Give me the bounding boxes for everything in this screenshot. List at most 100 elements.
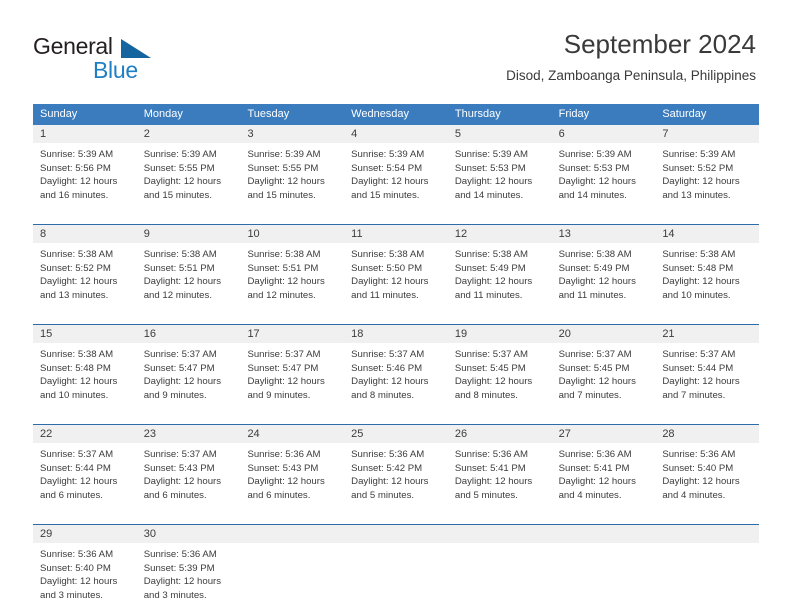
sunrise-text: Sunrise: 5:36 AM — [662, 449, 736, 460]
day-cell[interactable]: 3 Sunrise: 5:39 AM Sunset: 5:55 PM Daylight… — [240, 125, 345, 212]
day-cell[interactable]: 9 Sunrise: 5:38 AM Sunset: 5:51 PM Daylight… — [136, 225, 241, 312]
daylight-text-line1: Daylight: 12 hours — [558, 276, 636, 287]
day-number: 22 — [33, 425, 137, 443]
day-cell[interactable]: 4 Sunrise: 5:39 AM Sunset: 5:54 PM Daylight… — [344, 125, 448, 212]
daylight-text-line2: and 3 minutes. — [40, 589, 103, 601]
sunset-text: Sunset: 5:48 PM — [662, 262, 734, 274]
day-cell[interactable]: 29 Sunrise: 5:36 AM Sunset: 5:40 PM Dayligh… — [33, 525, 137, 612]
daylight-text-line2: and 9 minutes. — [143, 389, 207, 401]
day-cell[interactable]: 25 Sunrise: 5:36 AM Sunset: 5:42 PM Dayligh… — [344, 425, 448, 512]
week-spacer — [33, 212, 759, 224]
day-sun-info: Sunrise: 5:36 AM Sunset: 5:42 PM Daylight:… — [344, 443, 448, 502]
day-cell[interactable]: 30 Sunrise: 5:36 AM Sunset: 5:39 PM Dayligh… — [136, 525, 241, 612]
day-cell[interactable]: 15 Sunrise: 5:38 AM Sunset: 5:48 PM Dayligh… — [33, 325, 137, 412]
week-spacer — [33, 412, 759, 424]
day-cell[interactable]: 20 Sunrise: 5:37 AM Sunset: 5:45 PM Dayligh… — [551, 325, 656, 412]
weekday-header-thursday: Thursday — [454, 108, 501, 120]
day-sun-info: Sunrise: 5:38 AM Sunset: 5:50 PM Daylight:… — [344, 243, 448, 302]
page-header: General Blue September 2024 Disod, Zambo… — [0, 0, 792, 100]
day-cell[interactable]: 12 Sunrise: 5:38 AM Sunset: 5:49 PM Dayligh… — [447, 225, 552, 312]
daylight-text-line1: Daylight: 12 hours — [454, 176, 533, 187]
daylight-text-line2: and 14 minutes. — [454, 189, 524, 201]
day-cell[interactable]: 17 Sunrise: 5:37 AM Sunset: 5:47 PM Dayligh… — [240, 325, 345, 412]
day-cell[interactable]: 11 Sunrise: 5:38 AM Sunset: 5:50 PM Dayligh… — [344, 225, 448, 312]
day-cell[interactable]: 24 Sunrise: 5:36 AM Sunset: 5:43 PM Dayligh… — [240, 425, 345, 512]
sunset-text: Sunset: 5:47 PM — [143, 362, 215, 374]
day-cell[interactable]: 28 Sunrise: 5:36 AM Sunset: 5:40 PM Dayligh… — [655, 425, 760, 512]
sunset-text: Sunset: 5:40 PM — [662, 462, 734, 474]
day-cell[interactable]: 21 Sunrise: 5:37 AM Sunset: 5:44 PM Dayligh… — [655, 325, 760, 412]
daylight-text-line1: Daylight: 12 hours — [351, 276, 429, 287]
day-cell[interactable]: 5 Sunrise: 5:39 AM Sunset: 5:53 PM Daylight… — [447, 125, 552, 212]
day-cell[interactable]: 23 Sunrise: 5:37 AM Sunset: 5:43 PM Dayligh… — [136, 425, 241, 512]
daylight-text-line2: and 6 minutes. — [143, 489, 207, 501]
daylight-text-line2: and 8 minutes. — [454, 389, 518, 401]
day-cell[interactable]: 19 Sunrise: 5:37 AM Sunset: 5:45 PM Dayligh… — [447, 325, 552, 412]
daylight-text-line1: Daylight: 12 hours — [247, 376, 325, 387]
day-cell[interactable]: 22 Sunrise: 5:37 AM Sunset: 5:44 PM Dayligh… — [33, 425, 137, 512]
sunrise-text: Sunrise: 5:39 AM — [143, 149, 217, 160]
calendar-grid: Sunday Monday Tuesday Wednesday Thursday Frid… — [33, 104, 760, 612]
day-sun-info: Sunrise: 5:36 AM Sunset: 5:43 PM Daylight:… — [240, 443, 344, 502]
day-cell[interactable]: 14 Sunrise: 5:38 AM Sunset: 5:48 PM Dayligh… — [655, 225, 760, 312]
daylight-text-line2: and 4 minutes. — [558, 489, 622, 501]
day-cell[interactable]: 6 Sunrise: 5:39 AM Sunset: 5:53 PM Daylight… — [551, 125, 656, 212]
sunset-text: Sunset: 5:53 PM — [454, 162, 526, 174]
day-sun-info: Sunrise: 5:39 AM Sunset: 5:53 PM Daylight:… — [552, 143, 656, 202]
day-cell[interactable]: 26 Sunrise: 5:36 AM Sunset: 5:41 PM Dayligh… — [447, 425, 552, 512]
sunrise-text: Sunrise: 5:36 AM — [247, 449, 321, 460]
day-sun-info: Sunrise: 5:36 AM Sunset: 5:39 PM Daylight:… — [137, 543, 241, 602]
daylight-text-line2: and 13 minutes. — [40, 289, 109, 301]
day-number: 1 — [33, 125, 137, 143]
sunset-text: Sunset: 5:41 PM — [454, 462, 526, 474]
calendar-week-row: 29 Sunrise: 5:36 AM Sunset: 5:40 PM Dayligh… — [33, 524, 760, 612]
day-cell[interactable]: 7 Sunrise: 5:39 AM Sunset: 5:52 PM Daylight… — [655, 125, 760, 212]
daylight-text-line1: Daylight: 12 hours — [558, 376, 636, 387]
daylight-text-line1: Daylight: 12 hours — [143, 276, 222, 287]
day-cell[interactable]: 27 Sunrise: 5:36 AM Sunset: 5:41 PM Dayligh… — [551, 425, 656, 512]
sunset-text: Sunset: 5:42 PM — [351, 462, 423, 474]
daylight-text-line2: and 12 minutes. — [143, 289, 212, 301]
day-number: 13 — [551, 225, 656, 243]
day-sun-info: Sunrise: 5:38 AM Sunset: 5:48 PM Daylight:… — [33, 343, 137, 402]
day-cell[interactable]: 2 Sunrise: 5:39 AM Sunset: 5:55 PM Daylight… — [136, 125, 241, 212]
sunset-text: Sunset: 5:50 PM — [351, 262, 423, 274]
daylight-text-line2: and 13 minutes. — [662, 189, 731, 201]
title-block: September 2024 Disod, Zamboanga Peninsul… — [506, 28, 756, 84]
daylight-text-line1: Daylight: 12 hours — [558, 476, 636, 487]
sunset-text: Sunset: 5:53 PM — [558, 162, 630, 174]
daylight-text-line2: and 10 minutes. — [40, 389, 109, 401]
daylight-text-line1: Daylight: 12 hours — [662, 276, 740, 287]
week-spacer — [33, 512, 759, 524]
day-number: 3 — [240, 125, 345, 143]
daylight-text-line2: and 11 minutes. — [454, 289, 523, 301]
day-number — [551, 525, 656, 543]
general-blue-logo[interactable]: General Blue — [33, 33, 233, 85]
sunset-text: Sunset: 5:56 PM — [40, 162, 111, 174]
day-sun-info: Sunrise: 5:37 AM Sunset: 5:43 PM Daylight:… — [137, 443, 241, 502]
day-cell[interactable]: 8 Sunrise: 5:38 AM Sunset: 5:52 PM Daylight… — [33, 225, 137, 312]
day-sun-info: Sunrise: 5:38 AM Sunset: 5:49 PM Daylight:… — [552, 243, 656, 302]
day-sun-info: Sunrise: 5:38 AM Sunset: 5:52 PM Daylight:… — [33, 243, 137, 302]
weekday-header-row: Sunday Monday Tuesday Wednesday Thursday Frid… — [33, 104, 759, 125]
day-number: 15 — [33, 325, 137, 343]
daylight-text-line1: Daylight: 12 hours — [662, 476, 740, 487]
sunrise-text: Sunrise: 5:37 AM — [662, 349, 736, 360]
daylight-text-line2: and 14 minutes. — [558, 189, 627, 201]
day-number: 4 — [344, 125, 448, 143]
weekday-header-friday: Friday — [558, 108, 590, 120]
day-cell[interactable]: 16 Sunrise: 5:37 AM Sunset: 5:47 PM Dayligh… — [136, 325, 241, 412]
day-cell[interactable]: 1 Sunrise: 5:39 AM Sunset: 5:56 PM Daylight… — [33, 125, 137, 212]
sunset-text: Sunset: 5:52 PM — [662, 162, 734, 174]
day-cell[interactable]: 18 Sunrise: 5:37 AM Sunset: 5:46 PM Dayligh… — [344, 325, 448, 412]
sunrise-text: Sunrise: 5:39 AM — [454, 149, 528, 160]
day-number: 21 — [655, 325, 760, 343]
sunrise-text: Sunrise: 5:39 AM — [40, 149, 114, 160]
day-number: 25 — [344, 425, 448, 443]
day-sun-info: Sunrise: 5:39 AM Sunset: 5:55 PM Daylight:… — [137, 143, 241, 202]
weekday-header-wednesday: Wednesday — [351, 108, 410, 120]
sunrise-text: Sunrise: 5:39 AM — [662, 149, 736, 160]
day-cell[interactable]: 13 Sunrise: 5:38 AM Sunset: 5:49 PM Dayligh… — [551, 225, 656, 312]
day-cell[interactable]: 10 Sunrise: 5:38 AM Sunset: 5:51 PM Dayligh… — [240, 225, 345, 312]
sunset-text: Sunset: 5:45 PM — [454, 362, 526, 374]
